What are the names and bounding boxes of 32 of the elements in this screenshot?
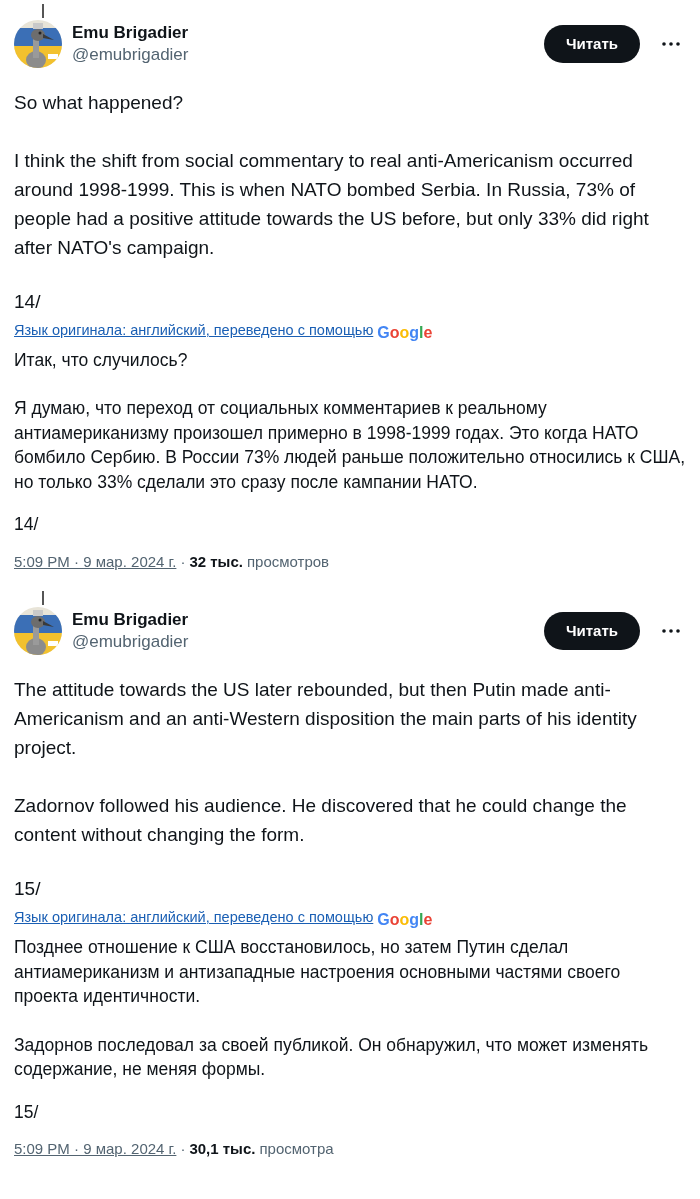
- separator-dot: ·: [180, 1139, 186, 1159]
- timestamp-link[interactable]: 5:09 PM · 9 мар. 2024 г.: [14, 1138, 177, 1161]
- author-name[interactable]: Emu Brigadier: [72, 609, 534, 632]
- thread-number: 15/: [14, 877, 42, 902]
- google-logo: Google: [377, 323, 433, 342]
- follow-button[interactable]: Читать: [543, 612, 640, 651]
- thread-number: 14/: [14, 290, 42, 314]
- more-icon[interactable]: [662, 629, 680, 634]
- views-label: просмотров: [246, 551, 330, 572]
- author-handle[interactable]: @emubrigadier: [72, 44, 534, 66]
- views-label: просмотра: [259, 1139, 334, 1159]
- view-count: 30,1 тыс.: [189, 1139, 256, 1159]
- thread-number: 15/: [14, 1100, 40, 1124]
- view-count: 32 тыс.: [189, 551, 243, 572]
- tweet-text: I think the shift from social commentary to real anti-Americanism occurred around 1998-1999. This is when NATO bombed Serbia. In Russia, 73% of people had a positive attitude towards the US before, but only 33% did right after NATO's campaign.: [14, 149, 650, 260]
- author-handle[interactable]: @emubrigadier: [72, 631, 534, 654]
- tweet-text: Zadornov followed his audience. He discovered that he could change the content without changing the form.: [14, 794, 628, 848]
- separator-dot: ·: [180, 551, 186, 572]
- translation-link[interactable]: Язык оригинала: английский, переведено с помощью: [14, 320, 374, 342]
- translated-text: Я думаю, что переход от социальных комментариев к реальному антиамериканизму произошел примерно в 1998-1999 годах. Это когда НАТО бомбило Сербию. В России 73% людей раньше положительно относились к США, но только 33% сделали это сразу после кампании НАТО.: [14, 397, 686, 494]
- translated-text: Итак, что случилось?: [14, 348, 189, 372]
- google-logo: Google: [377, 911, 433, 929]
- tweet-text: So what happened?: [14, 91, 185, 115]
- timestamp-link[interactable]: 5:09 PM · 9 мар. 2024 г.: [14, 550, 177, 574]
- translated-text: Задорнов последовал за своей публикой. Он обнаружил, что может изменять содержание, не меняя формы.: [14, 1033, 650, 1081]
- translation-link[interactable]: Язык оригинала: английский, переведено с помощью: [14, 907, 374, 929]
- translated-text: Позднее отношение к США восстановилось, но затем Путин сделал антиамериканизм и антизападные настроения основными частями своего проекта идентичности.: [14, 936, 622, 1008]
- author-name[interactable]: Emu Brigadier: [72, 22, 534, 44]
- more-icon[interactable]: [662, 42, 680, 46]
- tweet-text: The attitude towards the US later rebounded, but then Putin made anti-Americanism and an anti-Western disposition the main parts of his identity project.: [14, 678, 638, 761]
- follow-button[interactable]: Читать: [543, 25, 640, 63]
- thread-number: 14/: [14, 513, 40, 537]
